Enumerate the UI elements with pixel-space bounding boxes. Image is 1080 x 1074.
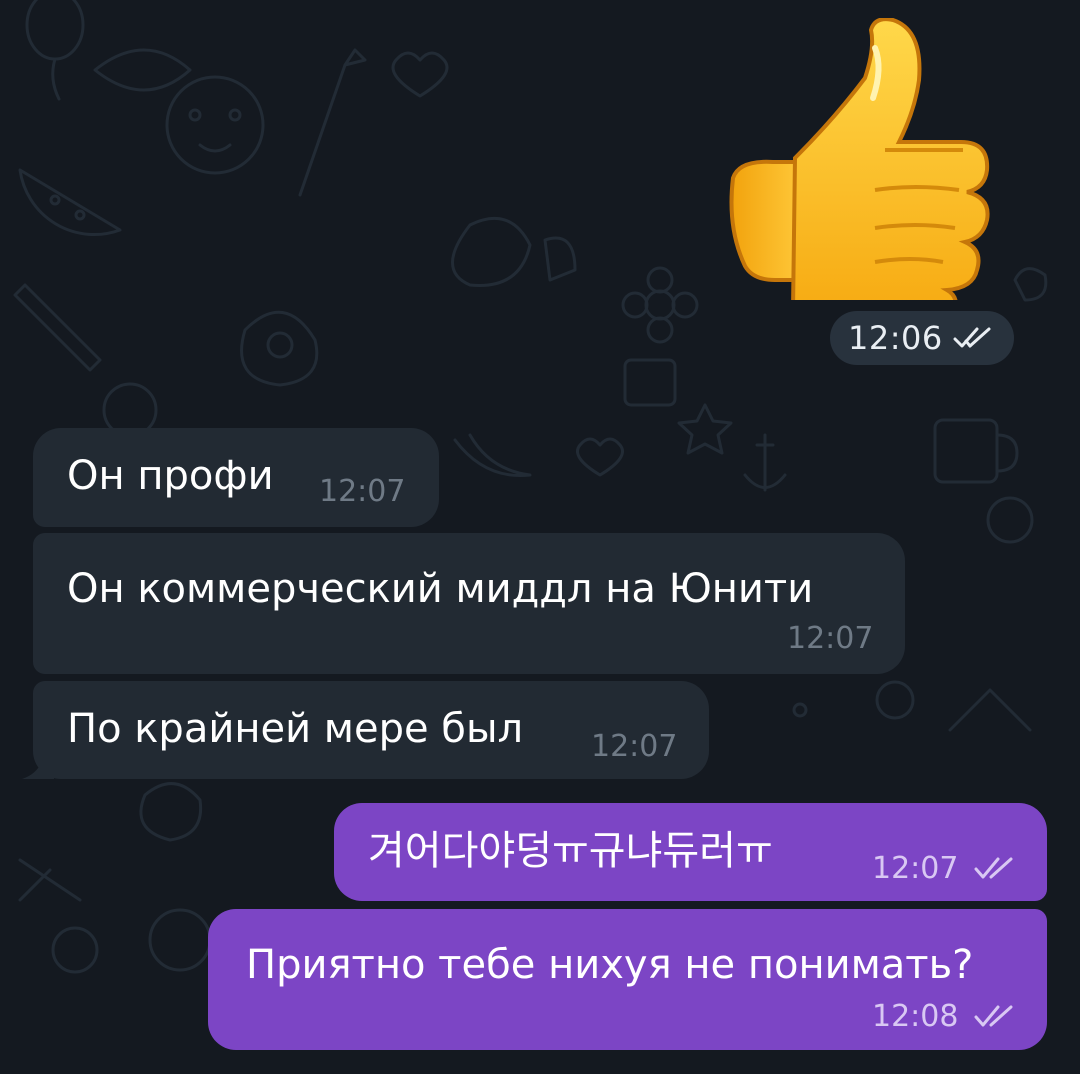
- message-text: 겨어다야덩ㅠ규냐듀러ㅠ: [368, 828, 773, 874]
- double-check-icon: [974, 1005, 1013, 1027]
- message-time: 12:07: [319, 474, 406, 509]
- message-time: 12:07: [591, 729, 678, 764]
- message-time: 12:08: [872, 999, 959, 1034]
- message-bubble-incoming[interactable]: По крайней мере был 12:07: [33, 681, 709, 779]
- bubble-tail: [22, 755, 54, 779]
- message-time: 12:07: [872, 851, 959, 886]
- message-text: Он коммерческий миддл на Юнити: [67, 566, 814, 612]
- message-time: 12:07: [787, 621, 874, 656]
- sticker-time: 12:06: [848, 319, 943, 357]
- message-bubble-outgoing[interactable]: Приятно тебе нихуя не понимать? 12:08: [208, 909, 1047, 1050]
- message-bubble-incoming[interactable]: Он коммерческий миддл на Юнити 12:07: [33, 533, 905, 674]
- message-text: По крайней мере был: [67, 706, 524, 752]
- thumbs-up-sticker-icon[interactable]: [725, 18, 990, 300]
- sticker-time-badge: 12:06: [830, 311, 1014, 365]
- double-check-icon: [953, 327, 991, 348]
- message-bubble-incoming[interactable]: Он профи 12:07: [33, 428, 439, 527]
- message-bubble-outgoing[interactable]: 겨어다야덩ㅠ규냐듀러ㅠ 12:07: [334, 803, 1047, 901]
- double-check-icon: [974, 857, 1013, 879]
- message-text: Приятно тебе нихуя не понимать?: [246, 942, 974, 988]
- message-text: Он профи: [67, 453, 274, 499]
